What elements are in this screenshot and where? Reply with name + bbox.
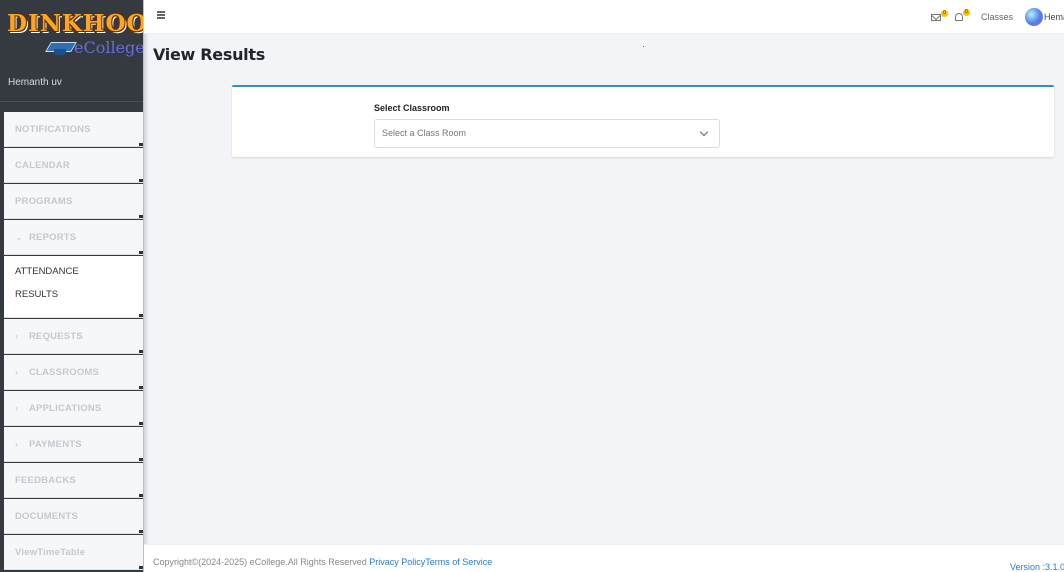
footer-text: Copyright©(2024-2025) eCollege.All Right… [153,557,492,567]
chevron-right-icon: › [15,403,18,413]
sidebar-item-label: CLASSROOMS [29,366,100,378]
bell-icon [954,13,963,21]
select-classroom-label: Select Classroom [374,103,450,113]
bell-badge: 0 [962,9,970,16]
sidebar-subitem-attendance[interactable]: ATTENDANCE [4,266,143,289]
sidebar-item-label: ViewTimeTable [15,546,86,558]
classroom-select[interactable]: Select a Class Room [374,119,720,148]
reports-submenu: ATTENDANCE RESULTS [4,256,144,318]
terms-of-service-link[interactable]: Terms of Service [425,557,492,567]
topbar-username[interactable]: Hemanth uv [1044,12,1064,22]
chevron-down-icon: ⌄ [15,231,23,242]
select-classroom-card: Select Classroom Select a Class Room [232,85,1054,157]
sidebar-item-calendar[interactable]: CALENDAR [4,148,144,183]
sidebar-item-reports[interactable]: ⌄ REPORTS [4,220,144,255]
sidebar-item-label: DOCUMENTS [15,510,79,522]
sidebar-user-name: Hemanth uv [8,77,62,88]
sidebar-item-label: CALENDAR [15,159,70,171]
version-text: Version :3.1.0 [1010,562,1064,572]
sidebar-subitem-results[interactable]: RESULTS [4,289,143,312]
logo-sub-text: eCollege [74,38,145,57]
classroom-select-placeholder: Select a Class Room [382,128,467,138]
classes-link[interactable]: Classes [981,12,1013,22]
logo[interactable]: DINKHOO! [7,10,159,37]
loading-dot [643,46,644,47]
copyright-text: Copyright©(2024-2025) eCollege.All Right… [153,557,370,567]
brand: DINKHOO! eCollege Hemanth uv [0,0,158,102]
hamburger-menu-icon[interactable] [157,11,165,20]
logo-sub: eCollege [48,38,145,57]
sidebar-item-payments[interactable]: › PAYMENTS [4,427,144,462]
chevron-right-icon: › [15,439,18,449]
sidebar-item-applications[interactable]: › APPLICATIONS [4,391,144,426]
sidebar-item-label: REQUESTS [29,330,83,342]
sidebar-item-requests[interactable]: › REQUESTS [4,319,144,354]
mail-badge: 0 [940,9,948,17]
sidebar-item-label: PAYMENTS [29,438,82,450]
sidebar-item-label: REPORTS [29,231,77,243]
chevron-right-icon: › [15,331,18,341]
sidebar-item-classrooms[interactable]: › CLASSROOMS [4,355,144,390]
privacy-policy-link[interactable]: Privacy Policy [369,557,425,567]
notifications-button[interactable]: 0 [954,9,970,21]
topbar: 0 0 Classes Hemanth uv [144,0,1064,34]
avatar[interactable] [1025,8,1043,26]
sidebar-shadow [143,0,149,572]
graduation-cap-icon [48,40,72,56]
sidebar-item-label: PROGRAMS [15,195,73,207]
sidebar-item-programs[interactable]: PROGRAMS [4,184,144,219]
sidebar-item-label: NOTIFICATIONS [15,123,91,135]
mail-icon [930,13,941,21]
sidebar-item-notifications[interactable]: NOTIFICATIONS [4,112,144,147]
footer: Copyright©(2024-2025) eCollege.All Right… [144,544,1064,572]
sidebar-item-label: APPLICATIONS [29,402,102,414]
chevron-right-icon: › [15,367,18,377]
page-title: View Results [153,45,265,64]
sidebar-item-label: FEEDBACKS [15,474,76,486]
sidebar-item-documents[interactable]: DOCUMENTS [4,499,144,534]
mail-button[interactable]: 0 [930,9,948,21]
sidebar-menu: NOTIFICATIONS CALENDAR PROGRAMS ⌄ REPORT… [4,112,144,571]
sidebar-item-feedbacks[interactable]: FEEDBACKS [4,463,144,498]
topbar-actions: 0 0 Classes Hemanth uv [930,0,1064,34]
sidebar: DINKHOO! eCollege Hemanth uv NOTIFICATIO… [0,0,158,572]
sidebar-item-viewtimetable[interactable]: ViewTimeTable [4,535,144,570]
chevron-down-icon [699,127,709,137]
